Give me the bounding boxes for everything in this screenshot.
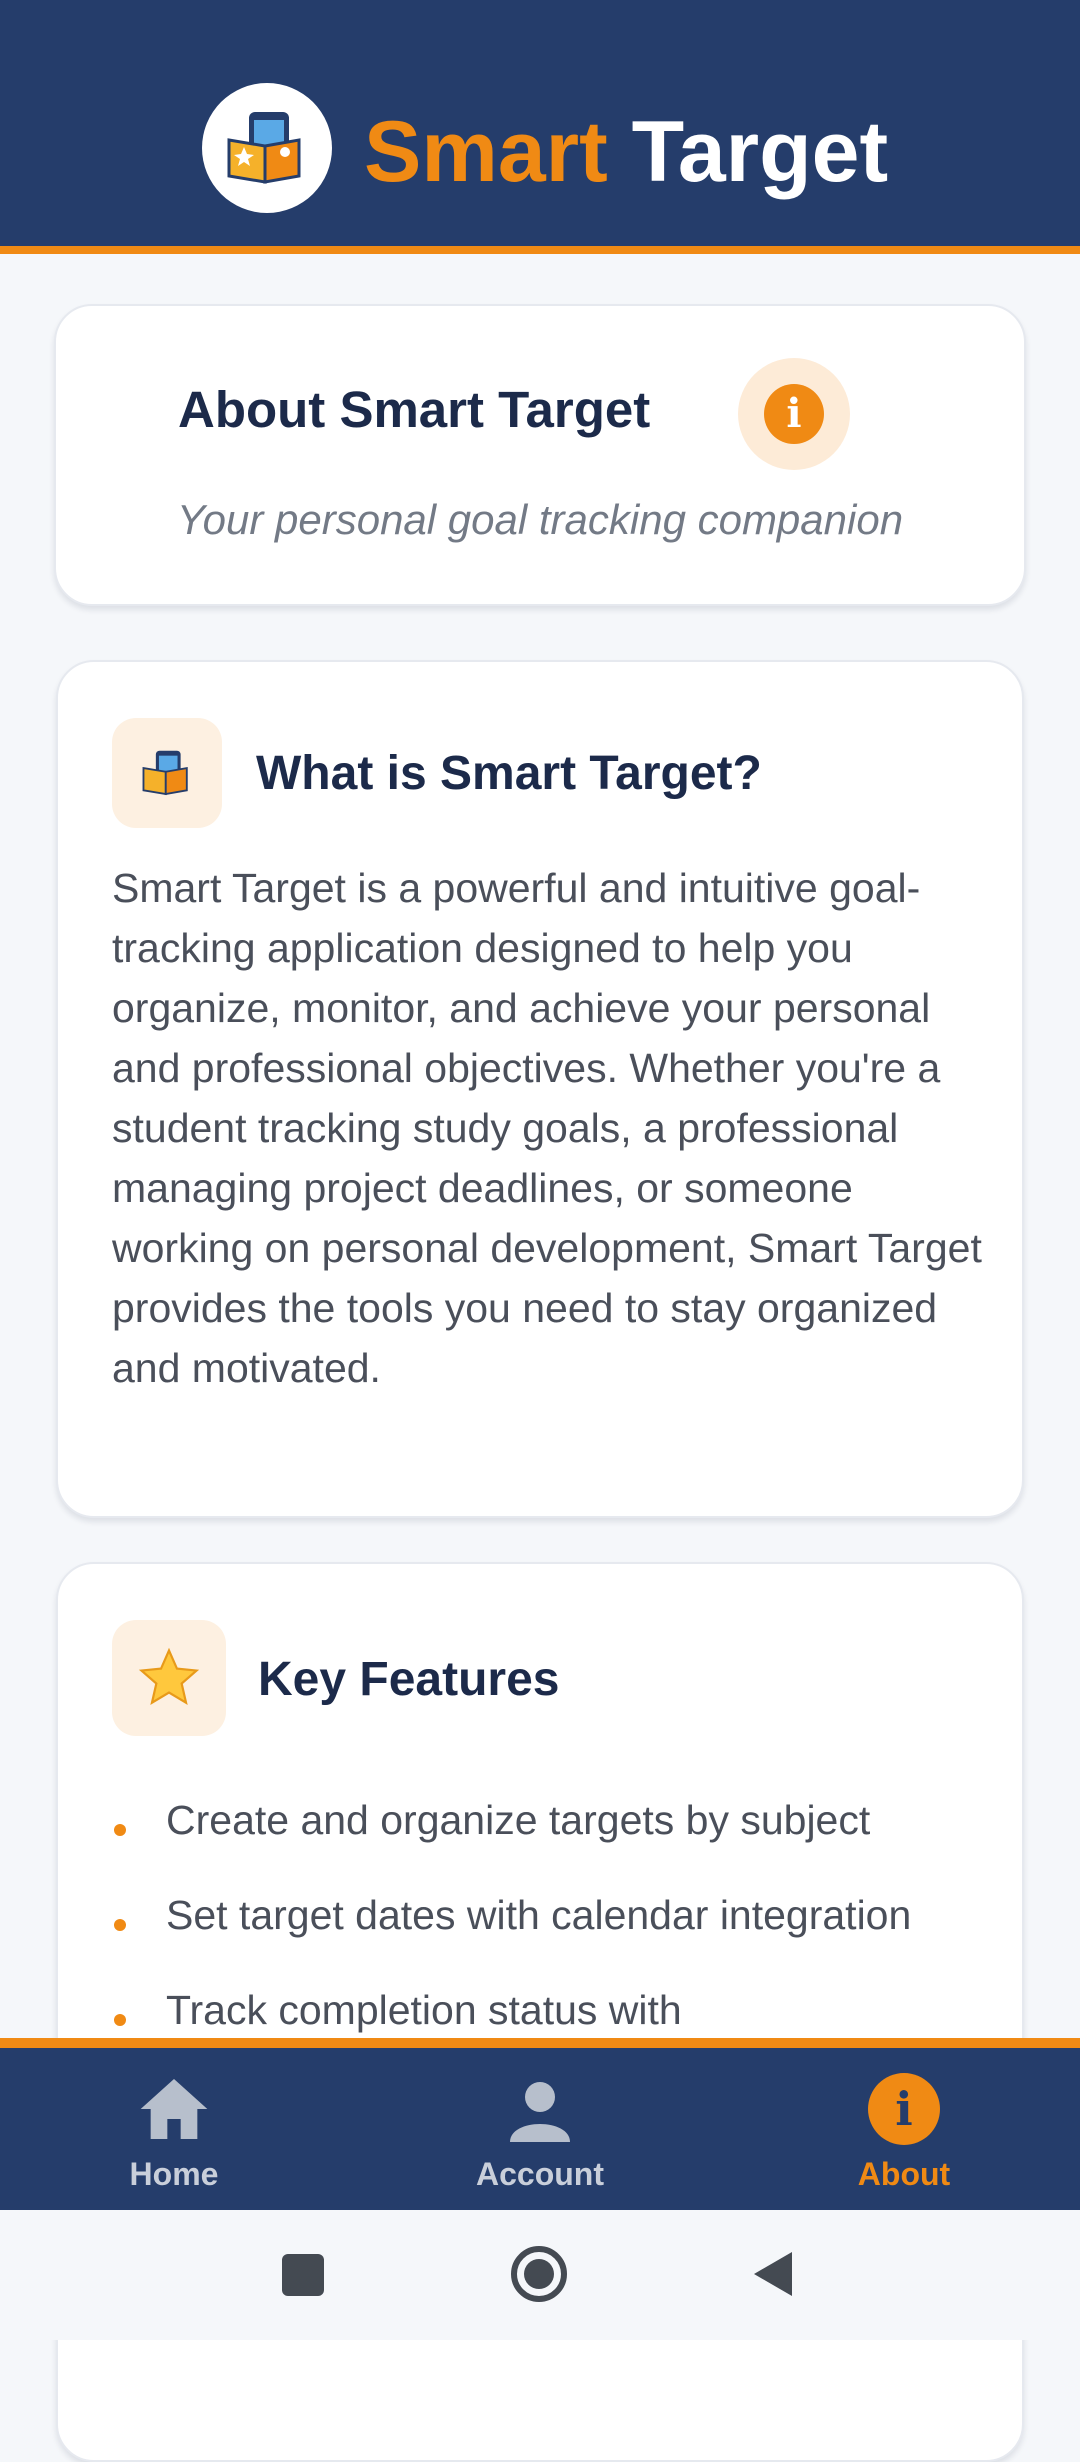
bullet-dot: [114, 1919, 126, 1931]
bullet-dot: [114, 1824, 126, 1836]
key-features-title: Key Features: [258, 1653, 560, 1706]
about-title: About Smart Target: [178, 381, 651, 438]
about-subtitle: Your personal goal tracking companion: [176, 496, 904, 543]
home-icon: [134, 2068, 214, 2150]
app-logo: [202, 83, 332, 213]
back-icon[interactable]: [752, 2250, 794, 2303]
about-info-badge: i: [738, 358, 850, 470]
app-logo-icon: [142, 750, 188, 796]
nav-account[interactable]: Account: [360, 2048, 720, 2210]
feature-item: Set target dates with calendar integrati…: [112, 1885, 1012, 1980]
nav-about[interactable]: i About: [724, 2048, 1080, 2210]
key-features-icon-box: [112, 1620, 226, 1736]
app-title: Smart Target: [364, 104, 888, 200]
nav-home-label: Home: [129, 2156, 219, 2192]
feature-item: Create and organize targets by subject: [112, 1790, 1012, 1885]
app-title-smart: Smart: [364, 104, 608, 200]
nav-about-label: About: [857, 2156, 951, 2192]
nav-home[interactable]: Home: [0, 2048, 354, 2210]
what-is-title: What is Smart Target?: [256, 747, 762, 800]
bullet-dot: [114, 2014, 126, 2026]
feature-text: Create and organize targets by subject: [166, 1797, 871, 1843]
home-circle-icon[interactable]: [511, 2246, 567, 2302]
info-icon: i: [868, 2068, 940, 2150]
features-list: Create and organize targets by subject S…: [112, 1790, 1012, 2075]
feature-text: Set target dates with calendar integrati…: [166, 1892, 912, 1938]
about-card: [54, 304, 1026, 606]
recents-icon[interactable]: [282, 2254, 324, 2296]
info-icon: i: [764, 384, 824, 444]
what-is-icon-box: [112, 718, 222, 828]
star-icon: [138, 1647, 200, 1706]
bottom-nav: Home Account i About: [0, 2038, 1080, 2210]
app-header: Smart Target: [0, 0, 1080, 254]
app-title-target: Target: [631, 104, 889, 200]
app-logo-icon: [227, 112, 301, 184]
account-icon: [504, 2068, 576, 2150]
what-is-description: Smart Target is a powerful and intuitive…: [112, 865, 982, 1391]
nav-account-label: Account: [476, 2156, 604, 2192]
feature-text: Track completion status with: [166, 1987, 682, 2033]
